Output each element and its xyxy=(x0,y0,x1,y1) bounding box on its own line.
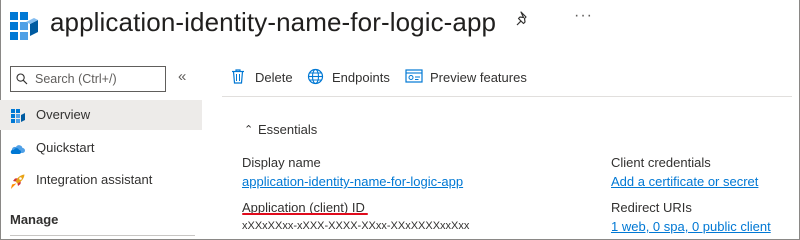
essentials-toggle[interactable]: ⌃ Essentials xyxy=(244,122,317,137)
globe-icon xyxy=(307,68,324,85)
search-input[interactable] xyxy=(35,70,163,88)
section-divider xyxy=(10,235,195,236)
endpoints-button[interactable]: Endpoints xyxy=(307,67,397,89)
highlight-underline xyxy=(242,213,368,215)
preview-features-icon xyxy=(405,69,423,83)
trash-icon xyxy=(232,69,244,84)
search-box[interactable] xyxy=(10,66,166,92)
add-certificate-link[interactable]: Add a certificate or secret xyxy=(611,174,758,189)
cloud-quickstart-icon xyxy=(10,145,25,154)
redirect-uris-link[interactable]: 1 web, 0 spa, 0 public client xyxy=(611,219,771,234)
display-name-link[interactable]: application-identity-name-for-logic-app xyxy=(242,174,463,189)
endpoints-label: Endpoints xyxy=(332,70,390,85)
page-header: application-identity-name-for-logic-app … xyxy=(0,0,800,56)
application-id-value: xXXxXXxx-xXXX-XXXX-XXxx-XXxXXXXxxXxx xyxy=(242,220,470,232)
toolbar-divider xyxy=(222,96,792,97)
client-credentials-label: Client credentials xyxy=(611,155,711,170)
sidebar-item-label: Overview xyxy=(36,107,91,122)
redirect-uris-label: Redirect URIs xyxy=(611,200,692,215)
search-icon xyxy=(16,73,28,85)
section-header-manage: Manage xyxy=(10,212,59,227)
sidebar-item-overview[interactable]: Overview xyxy=(0,100,202,130)
chevron-up-icon: ⌃ xyxy=(244,124,254,136)
rocket-icon xyxy=(10,174,25,189)
delete-label: Delete xyxy=(255,70,293,85)
sidebar-item-quickstart[interactable]: Quickstart xyxy=(0,133,202,163)
delete-button[interactable]: Delete xyxy=(230,67,304,89)
preview-features-label: Preview features xyxy=(430,70,527,85)
overview-grid-icon xyxy=(11,109,25,123)
preview-features-button[interactable]: Preview features xyxy=(405,67,530,89)
sidebar-item-label: Quickstart xyxy=(36,140,95,155)
display-name-label: Display name xyxy=(242,155,321,170)
command-bar: Delete Endpoints Preview features xyxy=(222,62,782,94)
sidebar: « Overview Quickstart Integration assist… xyxy=(0,56,202,240)
sidebar-item-label: Integration assistant xyxy=(36,172,153,187)
collapse-sidebar-icon[interactable]: « xyxy=(178,68,186,85)
sidebar-item-integration-assistant[interactable]: Integration assistant xyxy=(0,165,202,195)
pin-icon[interactable] xyxy=(514,10,532,28)
essentials-label: Essentials xyxy=(258,122,318,137)
more-options-icon[interactable]: ··· xyxy=(574,7,593,25)
app-registration-icon xyxy=(10,12,38,40)
page-title: application-identity-name-for-logic-app xyxy=(50,7,497,37)
